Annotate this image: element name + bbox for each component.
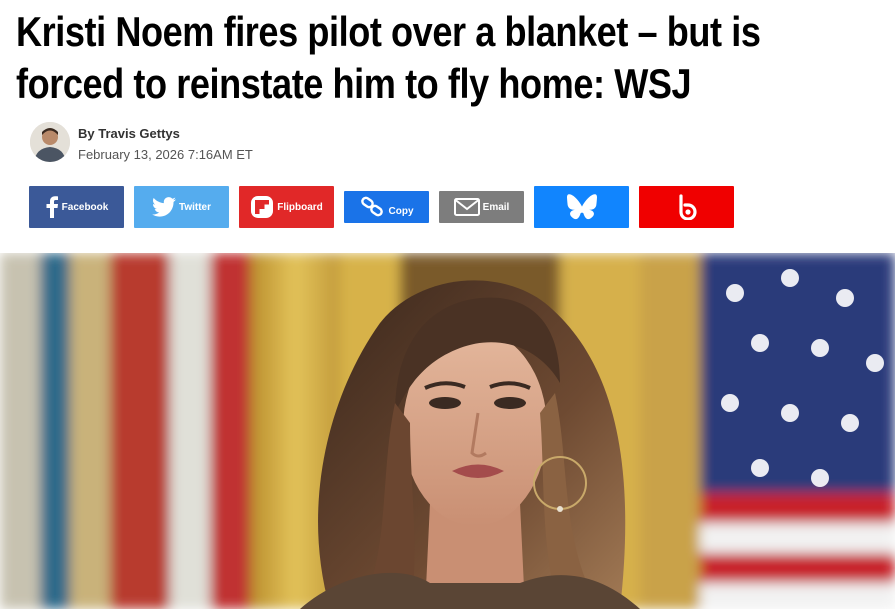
flipboard-icon	[251, 196, 274, 218]
facebook-icon	[46, 196, 58, 218]
copy-link-button[interactable]: Copy	[344, 191, 429, 223]
facebook-share-button[interactable]: Facebook	[29, 186, 124, 228]
envelope-icon	[453, 198, 480, 216]
hero-illustration	[0, 253, 895, 609]
author-avatar[interactable]	[30, 122, 70, 162]
headline-line-2: forced to reinstate him to fly home: WSJ	[16, 60, 692, 107]
flipboard-share-button[interactable]: Flipboard	[239, 186, 334, 228]
avatar-image	[30, 122, 70, 162]
twitter-share-button[interactable]: Twitter	[134, 186, 229, 228]
publish-date: February 13, 2026 7:16AM ET	[78, 147, 253, 162]
twitter-bird-icon	[151, 197, 176, 217]
bluesky-share-button[interactable]	[534, 186, 629, 228]
facebook-label: Facebook	[61, 201, 109, 213]
email-share-button[interactable]: Email	[439, 191, 524, 223]
article-headline: Kristi Noem fires pilot over a blanket –…	[16, 6, 764, 110]
twitter-label: Twitter	[178, 201, 212, 213]
flipboard-label: Flipboard	[277, 201, 323, 213]
butterfly-icon	[566, 194, 597, 220]
hero-photo[interactable]	[0, 253, 895, 609]
b-logo-icon	[678, 194, 697, 220]
link-icon	[360, 196, 383, 217]
email-label: Email	[482, 201, 510, 213]
headline-line-1: Kristi Noem fires pilot over a blanket –…	[16, 8, 761, 55]
other-share-button[interactable]	[639, 186, 734, 228]
copy-label: Copy	[388, 205, 414, 217]
author-name[interactable]: By Travis Gettys	[78, 126, 180, 141]
